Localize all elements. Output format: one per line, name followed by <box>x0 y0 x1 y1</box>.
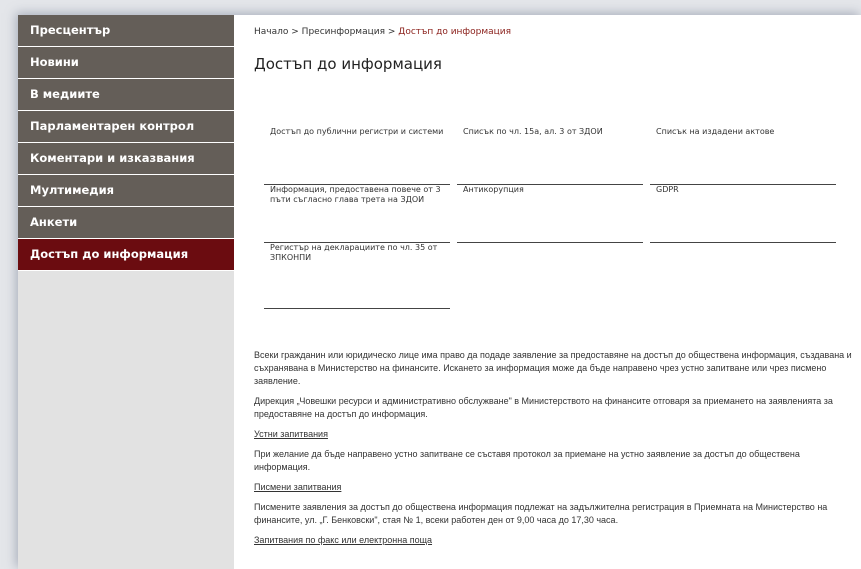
sidebar-item-comments[interactable]: Коментари и изказвания <box>18 143 234 175</box>
sidebar-item-news[interactable]: Новини <box>18 47 234 79</box>
main-content: Начало > Пресинформация > Достъп до инфо… <box>244 15 861 569</box>
sidebar: Пресцентър Новини В медиите Парламентаре… <box>18 15 234 569</box>
link-anticorruption[interactable]: Антикорупция <box>457 185 643 243</box>
sidebar-item-parliamentary-control[interactable]: Парламентарен контрол <box>18 111 234 143</box>
breadcrumb-current[interactable]: Достъп до информация <box>398 27 511 37</box>
sidebar-item-multimedia[interactable]: Мултимедия <box>18 175 234 207</box>
link-public-registers[interactable]: Достъп до публични регистри и системи <box>264 127 450 185</box>
breadcrumb-home-link[interactable]: Начало <box>254 27 288 37</box>
written-requests-link[interactable]: Писмени запитвания <box>254 481 341 494</box>
sidebar-item-polls[interactable]: Анкети <box>18 207 234 239</box>
breadcrumb-section-link[interactable]: Пресинформация <box>302 27 385 37</box>
fax-email-requests-link[interactable]: Запитвания по факс или електронна поща <box>254 534 432 547</box>
sidebar-item-access-to-information[interactable]: Достъп до информация <box>18 239 234 271</box>
link-grid: Достъп до публични регистри и системи Сп… <box>264 127 836 309</box>
paragraph-written-requests: Писмените заявления за достъп до обществ… <box>254 502 828 525</box>
sidebar-item-prescenter[interactable]: Пресцентър <box>18 15 234 47</box>
page-frame: Пресцентър Новини В медиите Парламентаре… <box>18 15 861 569</box>
paragraph-right-to-request: Всеки гражданин или юридическо лице има … <box>254 350 852 386</box>
link-list-art-15a[interactable]: Списък по чл. 15а, ал. 3 от ЗДОИ <box>457 127 643 185</box>
paragraph-hr-directorate: Дирекция „Човешки ресурси и администрати… <box>254 396 833 419</box>
breadcrumb: Начало > Пресинформация > Достъп до инфо… <box>254 27 511 37</box>
paragraph-oral-requests: При желание да бъде направено устно запи… <box>254 449 800 472</box>
breadcrumb-separator: > <box>387 27 396 37</box>
breadcrumb-separator: > <box>291 27 299 37</box>
oral-requests-link[interactable]: Устни запитвания <box>254 428 328 441</box>
link-issued-acts[interactable]: Списък на издадени актове <box>650 127 836 185</box>
page-title: Достъп до информация <box>254 55 442 73</box>
sidebar-item-in-media[interactable]: В медиите <box>18 79 234 111</box>
link-gdpr[interactable]: GDPR <box>650 185 836 243</box>
info-text: Всеки гражданин или юридическо лице има … <box>254 349 854 554</box>
link-info-provided-3-times[interactable]: Информация, предоставена повече от 3 път… <box>264 185 450 243</box>
link-declarations-register[interactable]: Регистър на декларациите по чл. 35 от ЗП… <box>264 243 450 309</box>
